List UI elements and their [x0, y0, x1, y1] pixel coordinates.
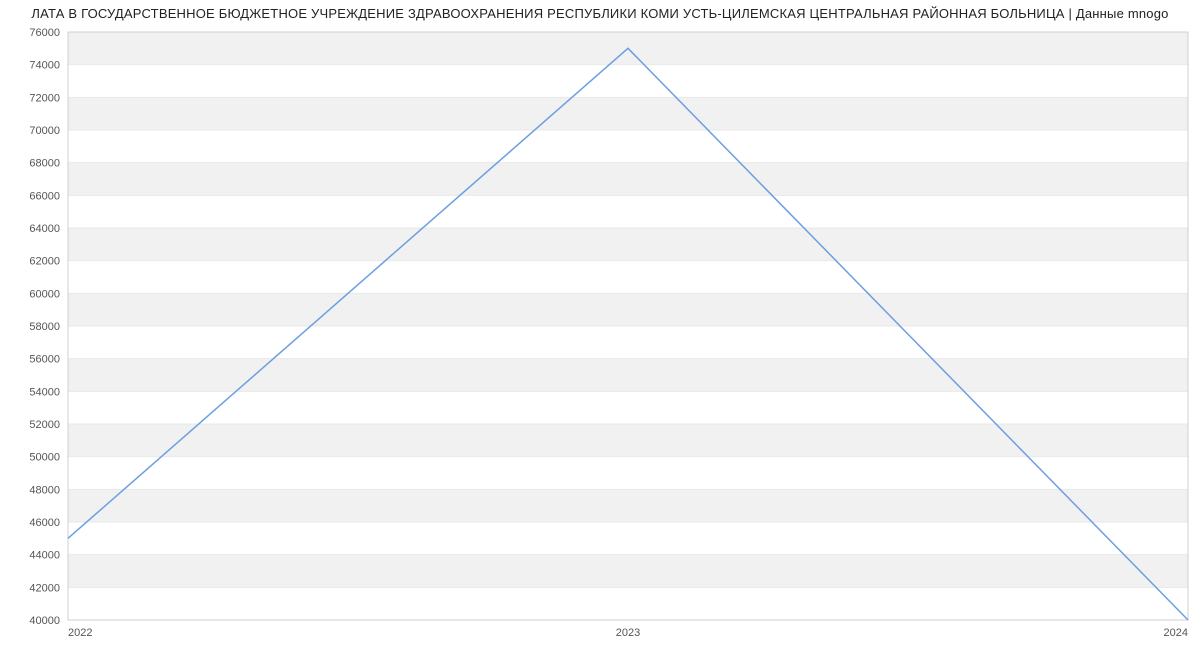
svg-text:72000: 72000 [29, 92, 60, 104]
svg-text:2024: 2024 [1164, 627, 1188, 639]
svg-text:62000: 62000 [29, 256, 60, 268]
svg-text:2022: 2022 [68, 627, 92, 639]
svg-text:40000: 40000 [29, 615, 60, 627]
svg-text:68000: 68000 [29, 158, 60, 170]
svg-text:2023: 2023 [616, 627, 640, 639]
svg-text:42000: 42000 [29, 582, 60, 594]
svg-text:76000: 76000 [29, 28, 60, 39]
svg-text:56000: 56000 [29, 354, 60, 366]
chart-title: ЛАТА В ГОСУДАРСТВЕННОЕ БЮДЖЕТНОЕ УЧРЕЖДЕ… [0, 0, 1200, 21]
chart-area: 40000 42000 44000 46000 48000 50000 52000 54000… [0, 28, 1200, 648]
svg-text:44000: 44000 [29, 550, 60, 562]
line-chart-svg: 40000 42000 44000 46000 48000 50000 52000 54000… [0, 28, 1200, 648]
svg-text:58000: 58000 [29, 321, 60, 333]
svg-text:64000: 64000 [29, 223, 60, 235]
svg-text:74000: 74000 [29, 60, 60, 72]
svg-text:54000: 54000 [29, 386, 60, 398]
svg-text:70000: 70000 [29, 125, 60, 137]
svg-text:60000: 60000 [29, 288, 60, 300]
svg-text:66000: 66000 [29, 190, 60, 202]
svg-text:52000: 52000 [29, 419, 60, 431]
svg-text:46000: 46000 [29, 517, 60, 529]
svg-text:48000: 48000 [29, 484, 60, 496]
svg-text:50000: 50000 [29, 452, 60, 464]
